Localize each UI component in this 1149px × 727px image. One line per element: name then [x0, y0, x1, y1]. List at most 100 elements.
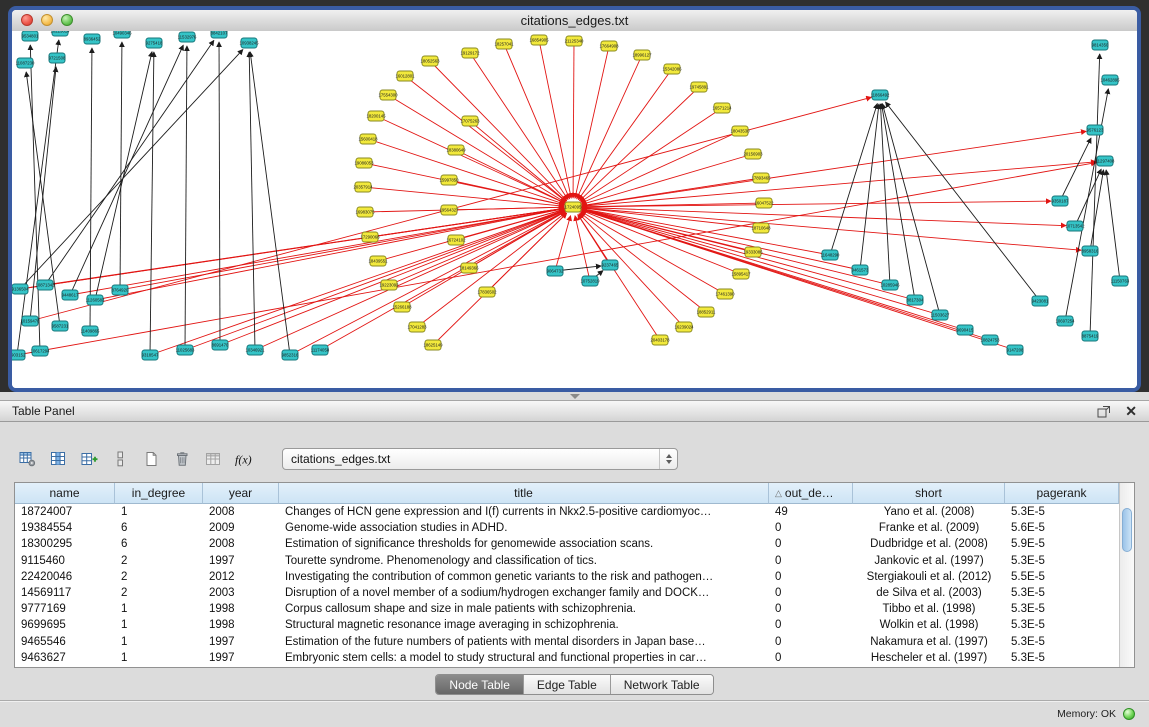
network-node[interactable]: 15266188	[392, 302, 412, 312]
network-node[interactable]: 17290066	[360, 232, 380, 242]
network-node[interactable]: 10697254	[1055, 316, 1075, 326]
network-node[interactable]: 20156903	[743, 149, 763, 159]
network-node[interactable]: 18710648	[751, 223, 771, 233]
network-graph[interactable]: 1724095180525631601280117554300182001451…	[12, 31, 1137, 388]
scrollbar-thumb[interactable]	[1122, 508, 1132, 552]
network-node[interactable]: 17075263	[460, 116, 480, 126]
delete-icon[interactable]	[169, 447, 196, 471]
tab-node-table[interactable]: Node Table	[436, 675, 524, 694]
network-node[interactable]: 9814350	[1092, 40, 1109, 50]
network-node[interactable]: 8903152	[12, 350, 26, 360]
column-header-pagerank[interactable]: pagerank	[1005, 483, 1119, 504]
network-window-titlebar[interactable]: citations_edges.txt	[12, 10, 1137, 32]
network-canvas[interactable]: 1724095180525631601280117554300182001451…	[12, 31, 1137, 388]
network-node[interactable]: 17836502	[477, 287, 497, 297]
network-node[interactable]: 19129172	[460, 48, 480, 58]
network-node[interactable]: 16854905	[529, 35, 549, 45]
network-node[interactable]: 16239024	[674, 322, 694, 332]
network-node[interactable]: 15600418	[358, 134, 378, 144]
network-node[interactable]: 18200145	[366, 111, 386, 121]
network-node[interactable]: 11409865	[81, 326, 100, 336]
network-node[interactable]: 19564327	[439, 205, 459, 215]
show-columns-icon[interactable]	[45, 447, 72, 471]
table-mode-icon[interactable]	[14, 447, 41, 471]
network-node[interactable]: 17554300	[378, 90, 398, 100]
network-node[interactable]: 10871342	[35, 280, 55, 290]
network-node[interactable]: 10346921	[245, 345, 265, 355]
network-node[interactable]: 9461573	[852, 265, 869, 275]
network-node[interactable]: 10159476	[20, 316, 40, 326]
network-node[interactable]: 9852316	[282, 350, 299, 360]
network-node[interactable]: 1724095	[565, 202, 582, 212]
network-node[interactable]: 8764920	[112, 285, 129, 295]
import-table-icon[interactable]	[200, 447, 227, 471]
network-node[interactable]: 19745891	[689, 82, 709, 92]
minimize-window-button[interactable]	[41, 14, 53, 26]
network-node[interactable]: 9275418	[146, 38, 163, 48]
network-node[interactable]: 20403178	[650, 335, 670, 345]
network-node[interactable]: 8875419	[1082, 331, 1099, 341]
table-row[interactable]: 1830029562008Estimation of significance …	[15, 536, 1134, 552]
network-node[interactable]: 9136504	[12, 284, 29, 294]
network-node[interactable]: 11866492	[871, 90, 890, 100]
network-node[interactable]: 16047522	[754, 198, 774, 208]
network-node[interactable]: 19086053	[354, 158, 374, 168]
row-tools-icon[interactable]	[107, 447, 134, 471]
network-node[interactable]: 16012801	[395, 71, 415, 81]
network-node[interactable]: 18439551	[368, 256, 388, 266]
add-column-icon[interactable]	[76, 447, 103, 471]
network-node[interactable]: 11025683	[176, 345, 195, 355]
network-node[interactable]: 10285946	[880, 280, 900, 290]
network-node[interactable]: 10938245	[239, 38, 259, 48]
network-node[interactable]: 11087230	[16, 58, 35, 68]
network-node[interactable]: 18625149	[423, 340, 443, 350]
network-node[interactable]: 9237465	[602, 260, 619, 270]
table-row[interactable]: 1456911722003Disruption of a novel membe…	[15, 585, 1134, 601]
network-node[interactable]: 8842107	[211, 31, 228, 38]
network-node[interactable]: 10824753	[980, 335, 1000, 345]
zoom-window-button[interactable]	[61, 14, 73, 26]
network-node[interactable]: 17664908	[599, 41, 619, 51]
network-node[interactable]: 21125340	[565, 36, 584, 46]
network-node[interactable]: 20357914	[353, 182, 373, 192]
panel-splitter[interactable]	[0, 392, 1149, 400]
network-node[interactable]: 10490346	[112, 31, 132, 38]
new-table-icon[interactable]	[138, 447, 165, 471]
network-node[interactable]: 9721508	[49, 53, 66, 63]
tab-network-table[interactable]: Network Table	[611, 675, 713, 694]
table-row[interactable]: 1938455462009Genome-wide association stu…	[15, 520, 1134, 536]
network-node[interactable]: 15342086	[662, 64, 682, 74]
table-row[interactable]: 911546021997Tourette syndrome. Phenomeno…	[15, 553, 1134, 569]
close-panel-icon[interactable]: ✕	[1125, 403, 1137, 419]
table-row[interactable]: 946554611997Estimation of the future num…	[15, 634, 1134, 650]
network-node[interactable]: 19223092	[379, 280, 399, 290]
table-row[interactable]: 2242004622012Investigating the contribut…	[15, 569, 1134, 585]
column-header-out_degree[interactable]: △out_de…	[769, 483, 853, 504]
column-header-year[interactable]: year	[203, 483, 279, 504]
network-node[interactable]: 10713542	[1065, 221, 1085, 231]
network-node[interactable]: 10752819	[580, 276, 600, 286]
column-header-name[interactable]: name	[15, 483, 115, 504]
network-node[interactable]: 9147208	[1007, 345, 1024, 355]
network-node[interactable]: 8817304	[907, 295, 924, 305]
network-node[interactable]: 17893465	[751, 173, 771, 183]
network-node[interactable]: 8691470	[212, 340, 229, 350]
table-row[interactable]: 1872400712008Changes of HCN gene express…	[15, 504, 1134, 520]
network-node[interactable]: 10462895	[1100, 75, 1120, 85]
column-header-short[interactable]: short	[853, 483, 1005, 504]
network-node[interactable]: 18257041	[494, 39, 514, 49]
network-node[interactable]: 19333086	[743, 247, 763, 257]
function-builder-icon[interactable]: f(x)	[231, 447, 258, 471]
network-node[interactable]: 18380649	[446, 145, 466, 155]
network-node[interactable]: 9064732	[547, 266, 564, 276]
column-header-in_degree[interactable]: in_degree	[115, 483, 203, 504]
tab-edge-table[interactable]: Edge Table	[524, 675, 611, 694]
network-node[interactable]: 16724102	[446, 235, 466, 245]
network-node[interactable]: 8936452	[84, 34, 101, 44]
column-header-title[interactable]: title	[279, 483, 769, 504]
vertical-scrollbar[interactable]	[1119, 483, 1134, 667]
network-node[interactable]: 9690415	[957, 325, 974, 335]
network-node[interactable]: 11297408	[1096, 156, 1115, 166]
network-node[interactable]: 11532976	[178, 32, 197, 42]
float-panel-icon[interactable]	[1097, 403, 1111, 419]
